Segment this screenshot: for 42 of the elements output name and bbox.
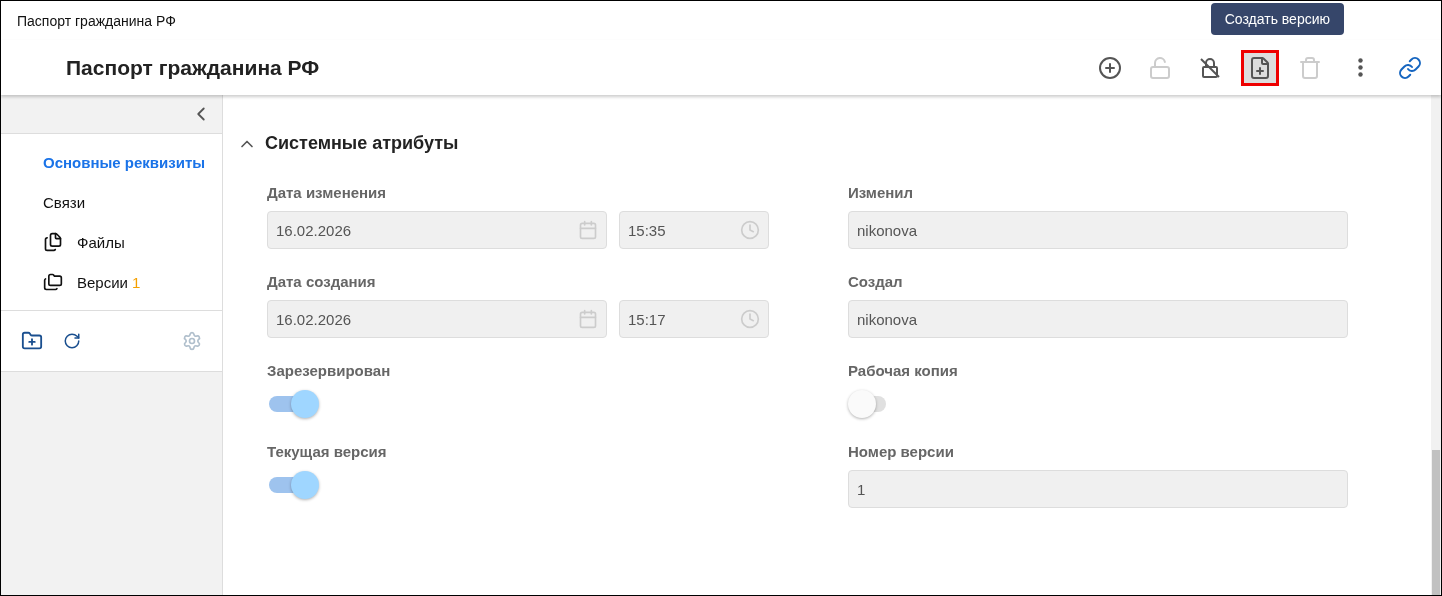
- count-label: 1: [131, 273, 141, 291]
- date-field[interactable]: 16.02.2026: [267, 211, 607, 249]
- sidebar-item[interactable]: Основные реквизиты: [1, 142, 222, 182]
- lock-off-icon: [1198, 55, 1222, 80]
- field-label: Дата создания: [267, 273, 377, 290]
- scrollbar-thumb[interactable]: [1432, 450, 1440, 595]
- toolbar-button[interactable]: [1241, 49, 1279, 86]
- time-field[interactable]: 15:17: [619, 300, 769, 338]
- files-icon: [43, 232, 63, 252]
- clock-icon: [740, 220, 760, 240]
- field-label: Рабочая копия: [848, 362, 959, 379]
- text-field[interactable]: nikonova: [848, 300, 1348, 338]
- field-label: Зарезервирован: [267, 362, 392, 379]
- page-title: Паспорт гражданина РФ: [66, 55, 321, 80]
- sidebar-item[interactable]: Файлы: [1, 222, 222, 262]
- window-title: Паспорт гражданина РФ: [17, 12, 176, 29]
- add-folder-button[interactable]: [21, 330, 43, 352]
- settings-button[interactable]: [182, 331, 202, 351]
- link-icon: [1398, 55, 1422, 80]
- trash-icon: [1298, 55, 1322, 80]
- text-field[interactable]: nikonova: [848, 211, 1348, 249]
- folders-icon: [43, 272, 63, 292]
- file-plus-icon: [1248, 55, 1272, 80]
- more-icon: [1357, 58, 1363, 77]
- unlock-icon: [1148, 55, 1172, 80]
- field-label: Текущая версия: [267, 443, 388, 460]
- add-circle-icon: [1098, 55, 1122, 80]
- refresh-button[interactable]: [63, 332, 81, 350]
- section-header[interactable]: Системные атрибуты: [237, 133, 459, 154]
- field-label: Изменил: [848, 184, 915, 201]
- field-label: Создал: [848, 273, 904, 290]
- date-field[interactable]: 16.02.2026: [267, 300, 607, 338]
- text-field[interactable]: 1: [848, 470, 1348, 508]
- calendar-icon: [578, 220, 598, 240]
- field-label: Номер версии: [848, 443, 955, 460]
- calendar-icon: [578, 309, 598, 329]
- tooltip: Создать версию: [1210, 3, 1344, 35]
- sidebar-item[interactable]: Версии 1: [1, 262, 222, 302]
- clock-icon: [740, 309, 760, 329]
- time-field[interactable]: 15:35: [619, 211, 769, 249]
- sidebar-item[interactable]: Связи: [1, 182, 222, 222]
- field-label: Дата изменения: [267, 184, 388, 201]
